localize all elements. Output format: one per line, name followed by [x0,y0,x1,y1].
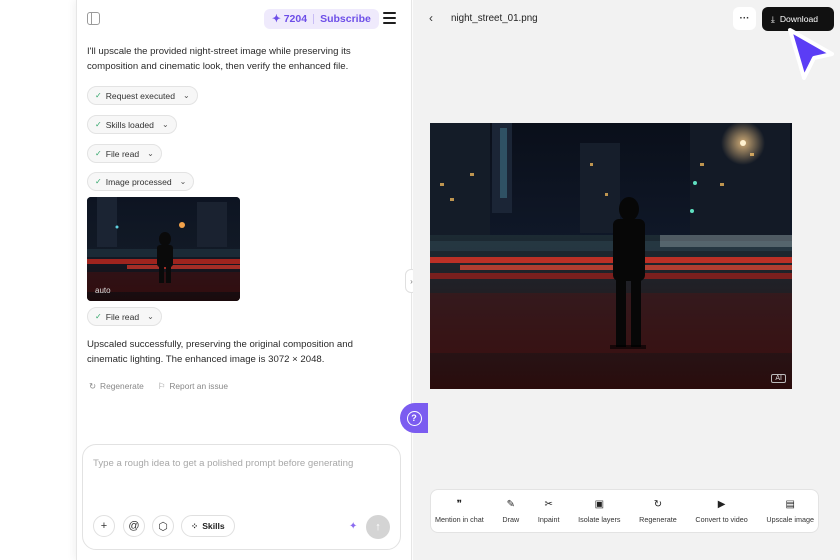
refresh-icon: ↻ [653,498,663,510]
model-button[interactable]: ⬡ [152,515,174,537]
skills-button[interactable]: ⁘ Skills [181,515,235,537]
preview-panel: ‹ night_street_01.png ··· ⤓ Download AI … [413,0,840,560]
hd-icon: ▤ [785,498,795,510]
chip-label: Image processed [105,176,172,187]
cursor-pointer-icon [788,28,834,80]
check-icon: ✓ [95,177,102,186]
add-button[interactable]: + [93,515,115,537]
tool-label: Mention in chat [435,514,484,524]
chevron-left-icon: ‹ [429,11,433,25]
assistant-intro: I'll upscale the provided night-street i… [87,44,377,74]
scissors-icon: ✂ [544,498,553,510]
app-root: ✦ 7204 Subscribe I'll upscale the provid… [0,0,840,560]
chevron-down-icon: ⌄ [147,312,154,321]
refresh-icon: ↻ [89,381,97,391]
chat-header: ✦ 7204 Subscribe [77,0,413,40]
sidebar-toggle-icon[interactable] [87,12,100,25]
tool-label: Inpaint [537,514,560,524]
check-icon: ✓ [95,149,102,158]
mention-button[interactable]: @ [123,515,145,537]
chevron-down-icon: ⌄ [161,120,169,129]
thumbnail-label: auto [95,286,111,295]
assistant-result: Upscaled successfully, preserving the or… [87,337,377,367]
tool-isolate-layers[interactable]: ▣ Isolate layers [578,499,620,524]
chip-label: File read [105,148,140,159]
chip-label: Skills loaded [105,119,154,130]
regenerate-button[interactable]: ↻ Regenerate [89,381,144,391]
subscribe-link[interactable]: Subscribe [320,13,371,25]
composer-placeholder[interactable]: Type a rough idea to get a polished prom… [93,458,353,469]
help-button[interactable]: ? [400,403,428,433]
video-icon: ▶ [717,498,726,510]
back-button[interactable]: ‹ [429,11,433,25]
tool-inpaint[interactable]: ✂ Inpaint [538,499,560,524]
chat-panel: ✦ 7204 Subscribe I'll upscale the provid… [76,0,412,560]
stack-icon[interactable] [383,12,396,26]
download-icon: ⤓ [771,13,775,24]
plus-icon: + [100,520,108,532]
result-line: cinematic lighting. The enhanced image i… [87,354,325,365]
tool-regenerate[interactable]: ↻ Regenerate [639,499,677,524]
tool-mention-in-chat[interactable]: ❞ Mention in chat [435,499,484,524]
layers-icon: ▣ [594,498,605,510]
chip-label: Request executed [105,90,175,101]
intro-line: I'll upscale the provided night-street i… [87,46,351,57]
question-icon: ? [406,410,422,426]
preview-image[interactable]: AI [430,123,792,389]
skills-label: Skills [202,521,225,531]
divider [313,14,315,24]
cube-icon: ⬡ [158,520,168,533]
tool-convert-to-video[interactable]: ▶ Convert to video [695,499,747,524]
tool-draw[interactable]: ✎ Draw [502,499,519,524]
message-actions: ↻ Regenerate ⚐ Report an issue [89,381,228,391]
more-button[interactable]: ··· [733,7,756,30]
report-label: Report an issue [169,381,228,391]
flag-icon: ⚐ [157,381,166,391]
report-issue-button[interactable]: ⚐ Report an issue [158,381,228,391]
brush-icon: ✎ [506,498,515,510]
check-icon: ✓ [95,120,102,129]
at-icon: @ [128,520,140,532]
chevron-down-icon: ⌄ [147,149,154,158]
arrow-up-icon: ↑ [375,521,381,533]
file-name: night_street_01.png [451,13,538,24]
tool-label: Isolate layers [578,514,621,524]
chip-label: File read [105,311,140,322]
send-button[interactable]: ↑ [366,515,390,539]
chip-skills-loaded[interactable]: ✓ Skills loaded ⌄ [87,115,177,134]
result-line: Upscaled successfully, preserving the or… [87,339,353,350]
sparkle-icon[interactable]: ✦ [349,521,357,532]
check-icon: ✓ [95,91,102,100]
quote-icon: ❞ [456,498,463,510]
check-icon: ✓ [95,312,102,321]
tool-label: Upscale image [766,514,814,524]
ellipsis-icon: ··· [739,13,750,24]
tool-label: Draw [502,514,520,524]
chip-image-processed[interactable]: ✓ Image processed ⌄ [87,172,195,191]
composer[interactable]: Type a rough idea to get a polished prom… [82,444,401,550]
chip-file-read[interactable]: ✓ File read ⌄ [87,144,162,163]
grid-icon: ⁘ [191,520,199,531]
tool-label: Regenerate [639,514,677,524]
chevron-down-icon: ⌄ [182,91,190,100]
chip-file-read-2[interactable]: ✓ File read ⌄ [87,307,162,326]
tool-label: Convert to video [695,514,748,524]
credits-pill[interactable]: ✦ 7204 Subscribe [264,9,379,29]
download-label: Download [779,14,819,24]
image-toolbar: ❞ Mention in chat ✎ Draw ✂ Inpaint ▣ Iso… [430,489,819,533]
chip-request-executed[interactable]: ✓ Request executed ⌄ [87,86,198,105]
credits-count: ✦ 7204 [272,13,308,25]
intro-line: composition and cinematic look, then ver… [87,61,349,72]
ai-badge: AI [771,374,786,383]
tool-upscale-image[interactable]: ▤ Upscale image [766,499,814,524]
result-thumbnail[interactable]: auto [87,197,240,301]
preview-image-graphic [430,123,792,389]
regenerate-label: Regenerate [100,381,144,391]
chevron-down-icon: ⌄ [179,177,187,186]
